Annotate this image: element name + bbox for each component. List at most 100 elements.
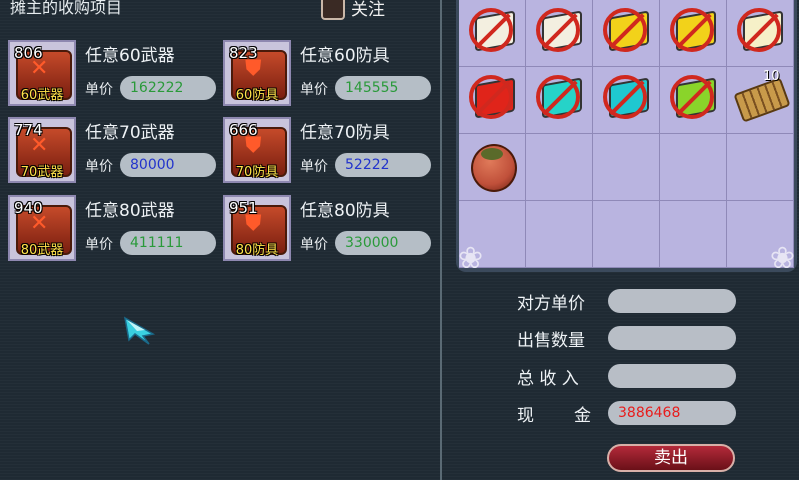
total-income-field <box>608 364 736 388</box>
unit-price-label: 对方单价 <box>517 294 585 314</box>
inventory-slot[interactable] <box>660 0 727 67</box>
item-thumbnail[interactable]: ✕ 774 70武器 <box>8 117 76 183</box>
forbidden-icon <box>603 8 647 52</box>
inventory-slot[interactable] <box>593 134 660 201</box>
price-field: 411111 <box>120 231 216 255</box>
inventory-slot[interactable] <box>593 201 660 268</box>
sell-button[interactable]: 卖出 <box>607 444 735 472</box>
item-level-tag: 60武器 <box>20 88 64 103</box>
price-label: 单价 <box>85 237 113 253</box>
corner-ornament-icon: ❀ <box>458 241 484 276</box>
item-count: 823 <box>229 44 258 62</box>
slot-count: 10 <box>763 69 780 84</box>
inventory-slot[interactable] <box>593 67 660 134</box>
price-field: 80000 <box>120 153 216 177</box>
item-level-tag: 80武器 <box>20 243 64 258</box>
forbidden-icon <box>670 75 714 119</box>
panel-divider <box>440 0 442 480</box>
inventory-slot[interactable]: 10 <box>727 67 794 134</box>
price-label: 单价 <box>300 159 328 175</box>
treasure-pouch-icon <box>469 140 517 192</box>
price-label: 单价 <box>300 237 328 253</box>
inventory-slot[interactable] <box>526 0 593 67</box>
price-label: 单价 <box>85 82 113 98</box>
item-count: 666 <box>229 121 258 139</box>
inventory-slot[interactable] <box>459 0 526 67</box>
item-thumbnail[interactable]: ✕ 806 60武器 <box>8 40 76 106</box>
item-name: 任意60武器 <box>85 46 175 66</box>
item-name: 任意70武器 <box>85 123 175 143</box>
inventory-slot[interactable] <box>593 0 660 67</box>
item-name: 任意60防具 <box>300 46 390 66</box>
purchase-item[interactable]: ✕ 806 60武器 任意60武器 单价 162222 <box>8 40 223 112</box>
purchase-item[interactable]: ✕ 940 80武器 任意80武器 单价 411111 <box>8 195 223 267</box>
inventory-slot[interactable] <box>660 201 727 268</box>
forbidden-icon <box>536 75 580 119</box>
forbidden-icon <box>737 8 781 52</box>
white-flag-icon <box>737 6 785 58</box>
item-thumbnail[interactable]: ✕ 940 80武器 <box>8 195 76 261</box>
white-flag-icon <box>536 6 584 58</box>
item-name: 任意80武器 <box>85 201 175 221</box>
item-count: 940 <box>14 199 43 217</box>
cyan-flag-icon <box>536 73 584 125</box>
item-thumbnail[interactable]: ⛊ 666 70防具 <box>223 117 291 183</box>
item-name: 任意80防具 <box>300 201 390 221</box>
forbidden-icon <box>536 8 580 52</box>
yellow-flag-icon <box>670 6 718 58</box>
total-income-label: 总 收 入 <box>517 369 579 389</box>
price-field: 330000 <box>335 231 431 255</box>
price-field: 162222 <box>120 76 216 100</box>
white-flag-icon <box>469 6 517 58</box>
cyan-flag-icon <box>603 73 651 125</box>
page-title: 摊主的收购项目 <box>10 0 123 17</box>
inventory-panel: 10 ❀ ❀ <box>456 0 797 276</box>
item-level-tag: 70武器 <box>20 165 64 180</box>
quantity-label: 出售数量 <box>517 331 585 351</box>
inventory-slot[interactable] <box>660 67 727 134</box>
item-level-tag: 70防具 <box>235 165 279 180</box>
price-label: 单价 <box>300 82 328 98</box>
follow-toggle[interactable]: 关注 <box>321 0 385 20</box>
inventory-slot[interactable] <box>526 134 593 201</box>
green-flag-icon <box>670 73 718 125</box>
item-level-tag: 80防具 <box>235 243 279 258</box>
inventory-slot[interactable] <box>526 201 593 268</box>
cursor-pointer-icon <box>123 316 156 345</box>
cash-label-left: 现 <box>517 406 534 426</box>
inventory-grid: 10 <box>459 0 794 268</box>
price-field: 52222 <box>335 153 431 177</box>
quantity-field[interactable] <box>608 326 736 350</box>
follow-label: 关注 <box>351 0 385 20</box>
inventory-slot[interactable] <box>727 0 794 67</box>
item-name: 任意70防具 <box>300 123 390 143</box>
inventory-slot[interactable] <box>660 134 727 201</box>
inventory-slot[interactable] <box>727 134 794 201</box>
purchase-item[interactable]: ⛊ 666 70防具 任意70防具 单价 52222 <box>223 117 438 189</box>
scroll-bundle-icon: 10 <box>733 69 791 125</box>
purchase-item[interactable]: ⛊ 951 80防具 任意80防具 单价 330000 <box>223 195 438 267</box>
inventory-slot[interactable] <box>459 134 526 201</box>
follow-checkbox[interactable] <box>321 0 345 20</box>
purchase-item[interactable]: ⛊ 823 60防具 任意60防具 单价 145555 <box>223 40 438 112</box>
price-label: 单价 <box>85 159 113 175</box>
yellow-flag-icon <box>603 6 651 58</box>
cash-label-right: 金 <box>574 406 591 426</box>
item-count: 951 <box>229 199 258 217</box>
forbidden-icon <box>603 75 647 119</box>
cash-field: 3886468 <box>608 401 736 425</box>
forbidden-icon <box>469 75 513 119</box>
item-count: 806 <box>14 44 43 62</box>
forbidden-icon <box>469 8 513 52</box>
item-level-tag: 60防具 <box>235 88 279 103</box>
red-flag-icon <box>469 73 517 125</box>
unit-price-field[interactable] <box>608 289 736 313</box>
item-thumbnail[interactable]: ⛊ 951 80防具 <box>223 195 291 261</box>
price-field: 145555 <box>335 76 431 100</box>
inventory-slot[interactable] <box>459 67 526 134</box>
purchase-item[interactable]: ✕ 774 70武器 任意70武器单价 80000 <box>8 117 223 189</box>
inventory-slot[interactable] <box>526 67 593 134</box>
forbidden-icon <box>670 8 714 52</box>
item-thumbnail[interactable]: ⛊ 823 60防具 <box>223 40 291 106</box>
corner-ornament-icon: ❀ <box>769 241 795 276</box>
